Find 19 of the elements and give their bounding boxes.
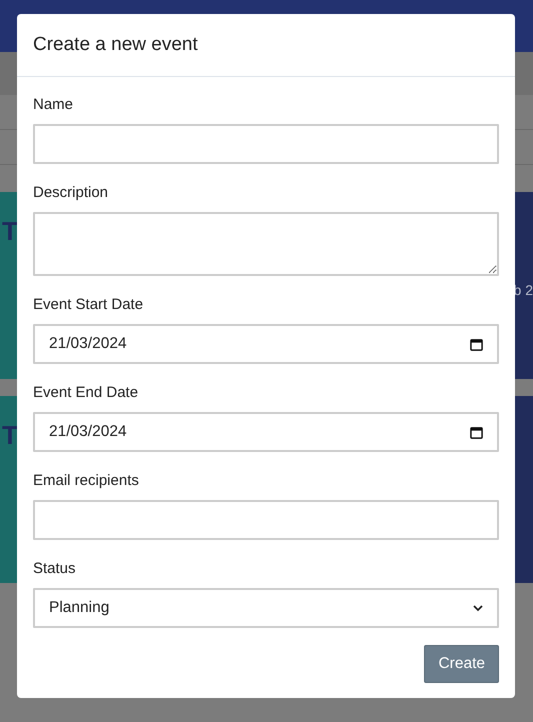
- status-dropdown[interactable]: Planning: [33, 588, 499, 628]
- create-button[interactable]: Create: [424, 645, 499, 683]
- date-field[interactable]: 21/03/2024: [33, 412, 499, 452]
- field-label: Description: [33, 184, 110, 201]
- dialog-title: Create a new event: [33, 34, 198, 56]
- date-field[interactable]: 21/03/2024: [33, 324, 499, 364]
- card-title: T: [2, 420, 18, 451]
- input-field[interactable]: [33, 500, 499, 540]
- calendar-icon[interactable]: [470, 338, 483, 350]
- chevron-down-icon: [473, 604, 483, 612]
- field-label: Email recipients: [33, 472, 140, 489]
- card-title: T: [2, 216, 18, 247]
- field-label: Name: [33, 96, 74, 113]
- field-label: Event End Date: [33, 384, 140, 401]
- field-label: Status: [33, 560, 77, 577]
- input-field[interactable]: [33, 124, 499, 164]
- text-area[interactable]: [33, 212, 499, 276]
- field-label: Event Start Date: [33, 296, 144, 313]
- calendar-icon[interactable]: [470, 426, 483, 438]
